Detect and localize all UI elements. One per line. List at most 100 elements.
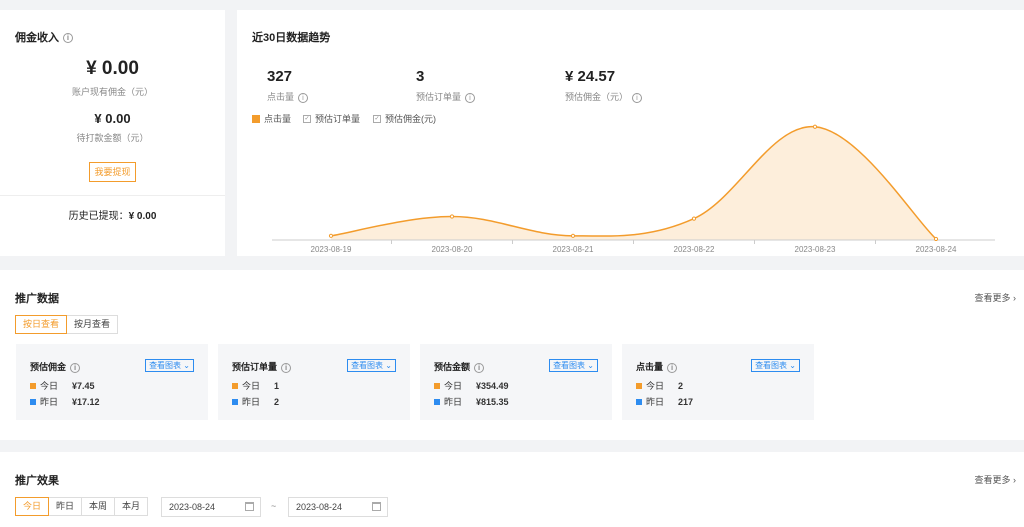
today-value: ¥354.49 [476, 380, 509, 391]
x-tick-label: 2023-08-19 [311, 245, 352, 254]
date-separator: ~ [271, 501, 277, 511]
yesterday-row: 昨日 217 [636, 395, 693, 408]
view-chart-button[interactable]: 查看图表 ⌄ [751, 359, 800, 372]
card-title-text: 点击量 [636, 362, 664, 372]
card-title: 点击量 i [636, 360, 678, 373]
yesterday-label: 昨日 [646, 397, 665, 407]
view-chart-label: 查看图表 [351, 361, 384, 370]
trend-chart: 2023-08-19 2023-08-20 2023-08-21 2023-08-22… [272, 124, 995, 254]
effect-more-link[interactable]: 查看更多 › [974, 473, 1016, 486]
trend-panel: 近30日数据趋势 327 点击量 i 3 预估订单量 i ¥ 24.57 预估佣金（… [237, 10, 1024, 256]
today-label: 今日 [40, 381, 59, 391]
card-clicks: 点击量 i 查看图表 ⌄ 今日 2 昨日 217 [622, 344, 814, 420]
card-title-text: 预估订单量 [232, 362, 278, 372]
x-tick-label: 2023-08-24 [916, 245, 957, 254]
tab-yesterday[interactable]: 昨日 [48, 497, 83, 516]
info-icon[interactable]: i [667, 362, 678, 373]
x-tick-label: 2023-08-22 [674, 245, 715, 254]
pending-label: 待打款金额（元） [76, 133, 149, 143]
chevron-down-icon: ⌄ [183, 361, 190, 370]
today-label: 今日 [242, 381, 261, 391]
legend-square-icon [232, 382, 238, 389]
chevron-down-icon: ⌄ [789, 361, 796, 370]
info-icon[interactable]: i [63, 33, 73, 44]
commission-title-text: 佣金收入 [15, 32, 59, 44]
today-row: 今日 ¥7.45 [30, 379, 95, 392]
card-title: 预估佣金 i [30, 360, 81, 373]
today-label: 今日 [444, 381, 463, 391]
effect-panel: 推广效果 查看更多 › 今日 昨日 本周 本月 2023-08-24 ~ 202… [0, 452, 1024, 527]
promo-tabs: 按日查看 按月查看 [15, 315, 119, 334]
withdraw-button[interactable]: 我要提现 [89, 162, 136, 182]
x-tick-label: 2023-08-23 [795, 245, 836, 254]
promo-more-text: 查看更多 [974, 293, 1011, 303]
card-est-amount: 预估金额 i 查看图表 ⌄ 今日 ¥354.49 昨日 ¥815.35 [420, 344, 612, 420]
data-point[interactable] [449, 214, 455, 219]
info-icon[interactable]: i [281, 362, 292, 373]
view-chart-button[interactable]: 查看图表 ⌄ [145, 359, 194, 372]
today-row: 今日 ¥354.49 [434, 379, 509, 392]
pending-value: ¥ 0.00 [94, 111, 131, 126]
data-point[interactable] [328, 233, 334, 238]
legend-square-icon [636, 382, 642, 389]
end-date-input[interactable]: 2023-08-24 [288, 497, 388, 517]
history-label: 历史已提现： [68, 211, 129, 222]
yesterday-row: 昨日 ¥815.35 [434, 395, 509, 408]
yesterday-label: 昨日 [40, 397, 59, 407]
legend-square-icon [636, 398, 642, 405]
series-area [331, 126, 936, 240]
chevron-down-icon: ⌄ [587, 361, 594, 370]
balance-value: ¥ 0.00 [86, 58, 139, 79]
yesterday-row: 昨日 ¥17.12 [30, 395, 100, 408]
promo-more-link[interactable]: 查看更多 › [974, 291, 1016, 304]
today-value: 1 [274, 380, 280, 391]
data-point[interactable] [812, 124, 818, 129]
calendar-icon [245, 502, 254, 511]
tab-by-month[interactable]: 按月查看 [66, 315, 119, 334]
legend-square-icon [30, 398, 36, 405]
calendar-icon [372, 502, 381, 511]
end-date-value: 2023-08-24 [296, 502, 343, 512]
start-date-input[interactable]: 2023-08-24 [161, 497, 261, 517]
data-point[interactable] [933, 236, 939, 242]
divider [0, 195, 225, 196]
yesterday-value: 217 [678, 396, 694, 407]
chevron-right-icon: › [1013, 293, 1016, 303]
view-chart-button[interactable]: 查看图表 ⌄ [347, 359, 396, 372]
view-chart-label: 查看图表 [149, 361, 182, 370]
tab-this-month[interactable]: 本月 [114, 497, 149, 516]
tab-this-week[interactable]: 本周 [81, 497, 116, 516]
tab-by-day[interactable]: 按日查看 [15, 315, 68, 334]
balance-label: 账户现有佣金（元） [71, 87, 153, 97]
info-icon[interactable]: i [474, 362, 485, 373]
yesterday-value: ¥17.12 [72, 396, 100, 407]
info-icon[interactable]: i [70, 362, 81, 373]
card-title: 预估订单量 i [232, 360, 292, 373]
today-value: ¥7.45 [72, 380, 95, 391]
view-chart-label: 查看图表 [755, 361, 788, 370]
history-value: ¥ 0.00 [128, 211, 157, 222]
legend-square-icon [232, 398, 238, 405]
card-est-commission: 预估佣金 i 查看图表 ⌄ 今日 ¥7.45 昨日 ¥17.12 [16, 344, 208, 420]
yesterday-label: 昨日 [444, 397, 463, 407]
data-point[interactable] [570, 233, 576, 238]
effect-tabs: 今日 昨日 本周 本月 [15, 497, 149, 516]
commission-panel: 佣金收入 i ¥ 0.00 账户现有佣金（元） ¥ 0.00 待打款金额（元） 我… [0, 10, 225, 256]
chevron-down-icon: ⌄ [385, 361, 392, 370]
x-tick-label: 2023-08-21 [553, 245, 594, 254]
legend-square-icon [434, 398, 440, 405]
history-withdrawn: 历史已提现：¥ 0.00 [0, 207, 225, 222]
promo-panel: 推广数据 查看更多 › 按日查看 按月查看 预估佣金 i 查看图表 ⌄ 今日 ¥7.… [0, 270, 1024, 440]
view-chart-button[interactable]: 查看图表 ⌄ [549, 359, 598, 372]
card-est-orders: 预估订单量 i 查看图表 ⌄ 今日 1 昨日 2 [218, 344, 410, 420]
card-title: 预估金额 i [434, 360, 485, 373]
legend-square-icon [30, 382, 36, 389]
data-point[interactable] [691, 216, 697, 221]
today-value: 2 [678, 380, 684, 391]
card-title-text: 预估金额 [434, 362, 471, 372]
yesterday-row: 昨日 2 [232, 395, 279, 408]
today-label: 今日 [646, 381, 665, 391]
yesterday-value: 2 [274, 396, 280, 407]
tab-today[interactable]: 今日 [15, 497, 50, 516]
today-row: 今日 2 [636, 379, 683, 392]
